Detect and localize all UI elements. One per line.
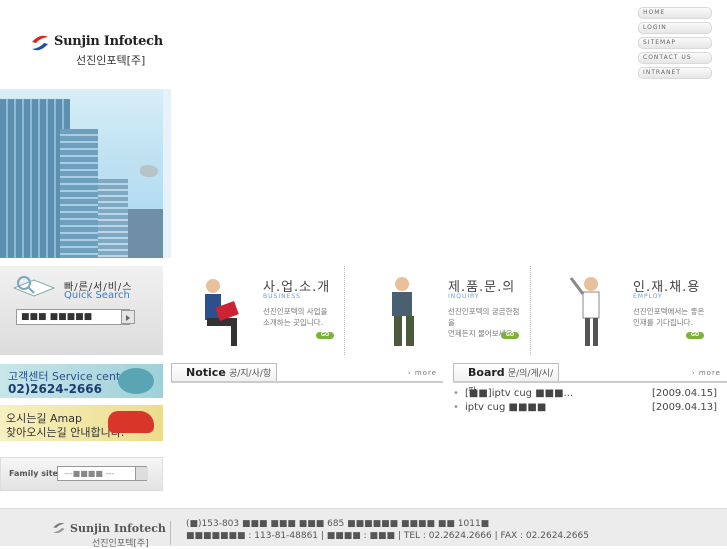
quick-search-title-en: Quick Search xyxy=(64,290,130,301)
board-more-link[interactable]: › more xyxy=(692,369,721,377)
nav-home[interactable]: HOME xyxy=(638,7,712,19)
service-center-banner[interactable]: 고객센터 Service center 02)2624-2666 xyxy=(0,364,163,398)
card-subtitle: BUSINESS xyxy=(263,293,301,300)
quick-search-arrow-icon[interactable] xyxy=(121,310,135,324)
telephone-icon xyxy=(118,368,154,394)
nav-sitemap[interactable]: SITEMAP xyxy=(638,37,712,49)
notice-more-link[interactable]: › more xyxy=(408,369,437,377)
card-inquiry[interactable]: 제.품.문.의 INQUIRY 선진인포텍의 궁금한점을 언제든지 물어보세요.… xyxy=(356,266,519,355)
go-button[interactable]: GO xyxy=(501,332,519,339)
businessman-laptop-icon xyxy=(205,279,239,346)
footer-korean: 선진인포텍[주] xyxy=(92,539,149,549)
notice-board: Notice 공/지/사/항 › more xyxy=(171,363,443,493)
board-tab[interactable]: Board 문/의/게/시/판 xyxy=(453,363,559,397)
building-photo xyxy=(0,89,163,258)
thinking-man-icon xyxy=(392,277,414,346)
top-nav: HOME LOGIN SITEMAP CONTACT US INTRANET xyxy=(638,7,712,82)
book-icon xyxy=(12,276,56,297)
post-title[interactable]: iptv cug ■■■■ xyxy=(465,402,546,413)
footer: Sunjin Infotech 선진인포텍[주] (■)153-803 ■■■ … xyxy=(0,508,727,549)
list-item[interactable]: • iptv cug ■■■■ [2009.04.13] xyxy=(453,402,727,416)
qna-board: Board 문/의/게/시/판 › more • [■■]iptv cug ■■… xyxy=(453,363,727,493)
card-desc: 선진인포텍에서는 좋은 인재를 기다립니다. xyxy=(633,307,705,327)
card-desc: 선진인포텍의 사업을 소개하는 곳입니다. xyxy=(263,307,328,327)
notice-tab[interactable]: Notice 공/지/사/항 xyxy=(171,363,277,381)
card-subtitle: INQUIRY xyxy=(448,293,480,300)
go-button[interactable]: GO xyxy=(686,332,704,339)
nav-contact-us[interactable]: CONTACT US xyxy=(638,52,712,64)
post-date: [2009.04.15] xyxy=(651,388,717,399)
card-business[interactable]: 사.업.소.개 BUSINESS 선진인포텍의 사업을 소개하는 곳입니다. G… xyxy=(171,266,334,355)
nav-intranet[interactable]: INTRANET xyxy=(638,67,712,79)
sunjin-logo-icon xyxy=(53,522,65,534)
quick-search-select[interactable]: ■■■ ■■■■■ xyxy=(16,309,130,325)
post-date: [2009.04.13] xyxy=(651,402,717,413)
man-waving-icon xyxy=(569,277,600,346)
family-site-select[interactable]: ---■■■■ --- xyxy=(57,466,147,481)
family-site-panel: Family site ---■■■■ --- xyxy=(0,457,163,491)
go-button[interactable]: GO xyxy=(316,332,334,339)
post-title[interactable]: [■■]iptv cug ■■■... xyxy=(465,388,573,399)
chevron-down-icon[interactable] xyxy=(135,467,148,480)
bird-image xyxy=(140,165,158,177)
nav-login[interactable]: LOGIN xyxy=(638,22,712,34)
amap-desc: 찾아오시는길 안내합니다. xyxy=(6,426,125,439)
footer-brand: Sunjin Infotech xyxy=(70,522,166,535)
service-center-phone: 02)2624-2666 xyxy=(8,382,102,396)
footer-address: (■)153-803 ■■■ ■■■ ■■■ 685 ■■■■■■ ■■■■ ■… xyxy=(186,519,490,529)
quick-search-panel: 빠/른/서/비/스 Quick Search ■■■ ■■■■■ xyxy=(0,266,163,355)
card-subtitle: EMPLOY xyxy=(633,293,663,300)
amap-banner[interactable]: 오시는길 Amap 찾아오시는길 안내합니다. xyxy=(0,405,163,441)
logo[interactable]: Sunjin Infotech 선진인포텍[주] xyxy=(0,7,163,89)
logo-brand: Sunjin Infotech xyxy=(54,34,163,49)
car-icon xyxy=(108,411,154,433)
card-employ[interactable]: 인.재.채.용 EMPLOY 선진인포텍에서는 좋은 인재를 기다립니다. GO xyxy=(541,266,704,355)
sunjin-logo-icon xyxy=(32,35,48,51)
list-item[interactable]: • [■■]iptv cug ■■■... [2009.04.15] xyxy=(453,388,727,402)
logo-korean: 선진인포텍[주] xyxy=(76,54,146,67)
footer-contact: ■■■■■■■ : 113-81-48861 | ■■■■ : ■■■ | TE… xyxy=(186,531,589,541)
family-site-label: Family site xyxy=(9,469,58,478)
